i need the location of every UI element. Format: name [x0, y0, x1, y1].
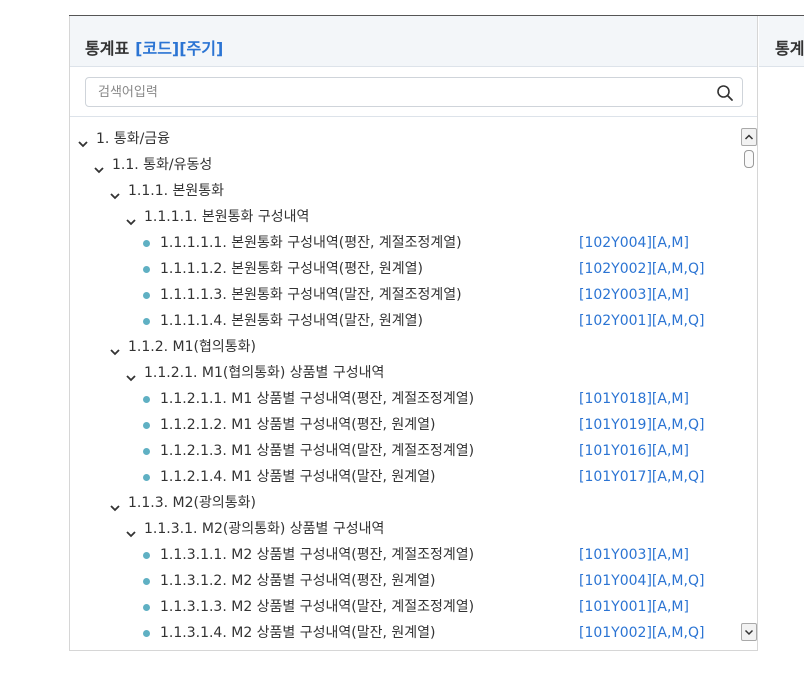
tree-item-label: 1.1.3.1.1. M2 상품별 구성내역(평잔, 계절조정계열) [160, 547, 475, 563]
panel-title-text: 통계표 [85, 39, 130, 58]
tree-item-label: 1.1.2.1.1. M1 상품별 구성내역(평잔, 계절조정계열) [160, 391, 475, 407]
tree-item-label: 1.1. 통화/유동성 [112, 157, 213, 173]
tree-item-label: 1.1.1.1.2. 본원통화 구성내역(평잔, 원계열) [160, 261, 423, 277]
tree-item-label: 1.1.3.1.3. M2 상품별 구성내역(말잔, 계절조정계열) [160, 599, 475, 615]
tree-item-code-link[interactable]: [102Y001][A,M,Q] [579, 308, 704, 334]
tree-leaf-item[interactable]: 1.1.2.1.3. M1 상품별 구성내역(말잔, 계절조정계열) [101Y0… [70, 438, 740, 464]
tree-leaf-item[interactable]: 1.1.1.1.3. 본원통화 구성내역(말잔, 계절조정계열) [102Y003… [70, 282, 740, 308]
secondary-panel-header: 통계 [759, 16, 804, 67]
tree-item-label: 1.1.3.1. M2(광의통화) 상품별 구성내역 [144, 521, 385, 537]
chevron-down-icon[interactable] [125, 211, 137, 226]
tree-item-code-link[interactable]: [101Y016][A,M] [579, 438, 689, 464]
tree-folder-item[interactable]: 1.1.3. M2(광의통화) [70, 490, 740, 516]
search-area [70, 67, 757, 117]
tree-leaf-item[interactable]: 1.1.1.1.4. 본원통화 구성내역(말잔, 원계열) [102Y001][A… [70, 308, 740, 334]
tree-item-code-link[interactable]: [102Y003][A,M] [579, 282, 689, 308]
bullet-dot-icon [143, 552, 150, 559]
tree-item-code-link[interactable]: [101Y003][A,M] [579, 542, 689, 568]
chevron-down-icon[interactable] [77, 133, 89, 148]
bullet-dot-icon [143, 266, 150, 273]
tree-folder-item[interactable]: 1.1. 통화/유동성 [70, 152, 740, 178]
tree-item-label: 1.1.1.1. 본원통화 구성내역 [144, 209, 310, 225]
tree-item-code-link[interactable]: [101Y004][A,M,Q] [579, 568, 704, 594]
chevron-down-icon[interactable] [93, 159, 105, 174]
tree-folder-item[interactable]: 1.1.3.1. M2(광의통화) 상품별 구성내역 [70, 516, 740, 542]
tree-leaf-item[interactable]: 1.1.2.1.2. M1 상품별 구성내역(평잔, 원계열) [101Y019]… [70, 412, 740, 438]
secondary-panel-title: 통계 [775, 39, 804, 58]
tree-item-code-link[interactable]: [101Y002][A,M,Q] [579, 620, 704, 646]
panel-title-codes: [코드][주기] [135, 39, 224, 58]
tree-folder-item[interactable]: 1.1.1.1. 본원통화 구성내역 [70, 204, 740, 230]
search-icon[interactable] [716, 84, 734, 102]
chevron-down-icon[interactable] [109, 185, 121, 200]
tree-item-code-link[interactable]: [101Y001][A,M] [579, 594, 689, 620]
tree-item-code-link[interactable]: [101Y019][A,M,Q] [579, 412, 704, 438]
tree-folder-item[interactable]: 1.1.1. 본원통화 [70, 178, 740, 204]
scroll-thumb[interactable] [744, 150, 754, 168]
chevron-down-icon[interactable] [109, 341, 121, 356]
tree-item-label: 1.1.1.1.3. 본원통화 구성내역(말잔, 계절조정계열) [160, 287, 462, 303]
bullet-dot-icon [143, 578, 150, 585]
bullet-dot-icon [143, 292, 150, 299]
bullet-dot-icon [143, 474, 150, 481]
chevron-up-icon [744, 134, 754, 140]
tree-item-code-link[interactable]: [102Y004][A,M] [579, 230, 689, 256]
tree-item-label: 1.1.3.1.2. M2 상품별 구성내역(평잔, 원계열) [160, 573, 436, 589]
tree-item-label: 1.1.2. M1(협의통화) [128, 339, 256, 355]
search-box [85, 77, 743, 107]
bullet-dot-icon [143, 630, 150, 637]
tree-item-label: 1. 통화/금융 [96, 131, 171, 147]
tree-item-label: 1.1.3.1.4. M2 상품별 구성내역(말잔, 원계열) [160, 625, 436, 641]
tree-leaf-item[interactable]: 1.1.3.1.2. M2 상품별 구성내역(평잔, 원계열) [101Y004]… [70, 568, 740, 594]
tree-item-code-link[interactable]: [101Y017][A,M,Q] [579, 464, 704, 490]
bullet-dot-icon [143, 240, 150, 247]
bullet-dot-icon [143, 604, 150, 611]
bullet-dot-icon [143, 422, 150, 429]
tree-item-label: 1.1.1.1.4. 본원통화 구성내역(말잔, 원계열) [160, 313, 423, 329]
tree-item-label: 1.1.1. 본원통화 [128, 183, 225, 199]
tree-item-code-link[interactable]: [102Y002][A,M,Q] [579, 256, 704, 282]
tree-item-label: 1.1.2.1.4. M1 상품별 구성내역(말잔, 원계열) [160, 469, 436, 485]
tree-item-label: 1.1.1.1.1. 본원통화 구성내역(평잔, 계절조정계열) [160, 235, 462, 251]
tree-item-label: 1.1.2.1.2. M1 상품별 구성내역(평잔, 원계열) [160, 417, 436, 433]
vertical-scrollbar[interactable] [741, 128, 757, 641]
scroll-up-button[interactable] [741, 128, 757, 146]
chevron-down-icon [744, 629, 754, 636]
tree-folder-item[interactable]: 1.1.2. M1(협의통화) [70, 334, 740, 360]
tree-leaf-item[interactable]: 1.1.2.1.1. M1 상품별 구성내역(평잔, 계절조정계열) [101Y0… [70, 386, 740, 412]
bullet-dot-icon [143, 448, 150, 455]
tree-item-code-link[interactable]: [101Y018][A,M] [579, 386, 689, 412]
tree-item-label: 1.1.2.1. M1(협의통화) 상품별 구성내역 [144, 365, 385, 381]
chevron-down-icon[interactable] [109, 497, 121, 512]
tree-leaf-item[interactable]: 1.1.3.1.1. M2 상품별 구성내역(평잔, 계절조정계열) [101Y0… [70, 542, 740, 568]
scroll-down-button[interactable] [741, 623, 757, 641]
tree-view: 1. 통화/금융 1.1. 통화/유동성 1.1.1. 본원통화 1.1.1.1. 본… [70, 124, 740, 651]
panel-title: 통계표 [코드][주기] [85, 35, 223, 59]
tree-leaf-item[interactable]: 1.1.3.1.3. M2 상품별 구성내역(말잔, 계절조정계열) [101Y0… [70, 594, 740, 620]
stat-table-panel: 통계표 [코드][주기] 1. 통화/금융 1.1. 통화/유동성 1.1.1. 본원… [69, 16, 758, 651]
chevron-down-icon[interactable] [125, 367, 137, 382]
tree-item-label: 1.1.2.1.3. M1 상품별 구성내역(말잔, 계절조정계열) [160, 443, 475, 459]
tree-leaf-item[interactable]: 1.1.1.1.2. 본원통화 구성내역(평잔, 원계열) [102Y002][A… [70, 256, 740, 282]
tree-item-label: 1.1.3. M2(광의통화) [128, 495, 256, 511]
panel-header: 통계표 [코드][주기] [70, 16, 757, 67]
bullet-dot-icon [143, 396, 150, 403]
tree-folder-item[interactable]: 1. 통화/금융 [70, 126, 740, 152]
chevron-down-icon[interactable] [125, 523, 137, 538]
tree-leaf-item[interactable]: 1.1.2.1.4. M1 상품별 구성내역(말잔, 원계열) [101Y017]… [70, 464, 740, 490]
bullet-dot-icon [143, 318, 150, 325]
tree-folder-item[interactable]: 1.1.2.1. M1(협의통화) 상품별 구성내역 [70, 360, 740, 386]
search-input[interactable] [86, 78, 706, 106]
tree-leaf-item[interactable]: 1.1.3.1.4. M2 상품별 구성내역(말잔, 원계열) [101Y002]… [70, 620, 740, 646]
tree-leaf-item[interactable]: 1.1.1.1.1. 본원통화 구성내역(평잔, 계절조정계열) [102Y004… [70, 230, 740, 256]
